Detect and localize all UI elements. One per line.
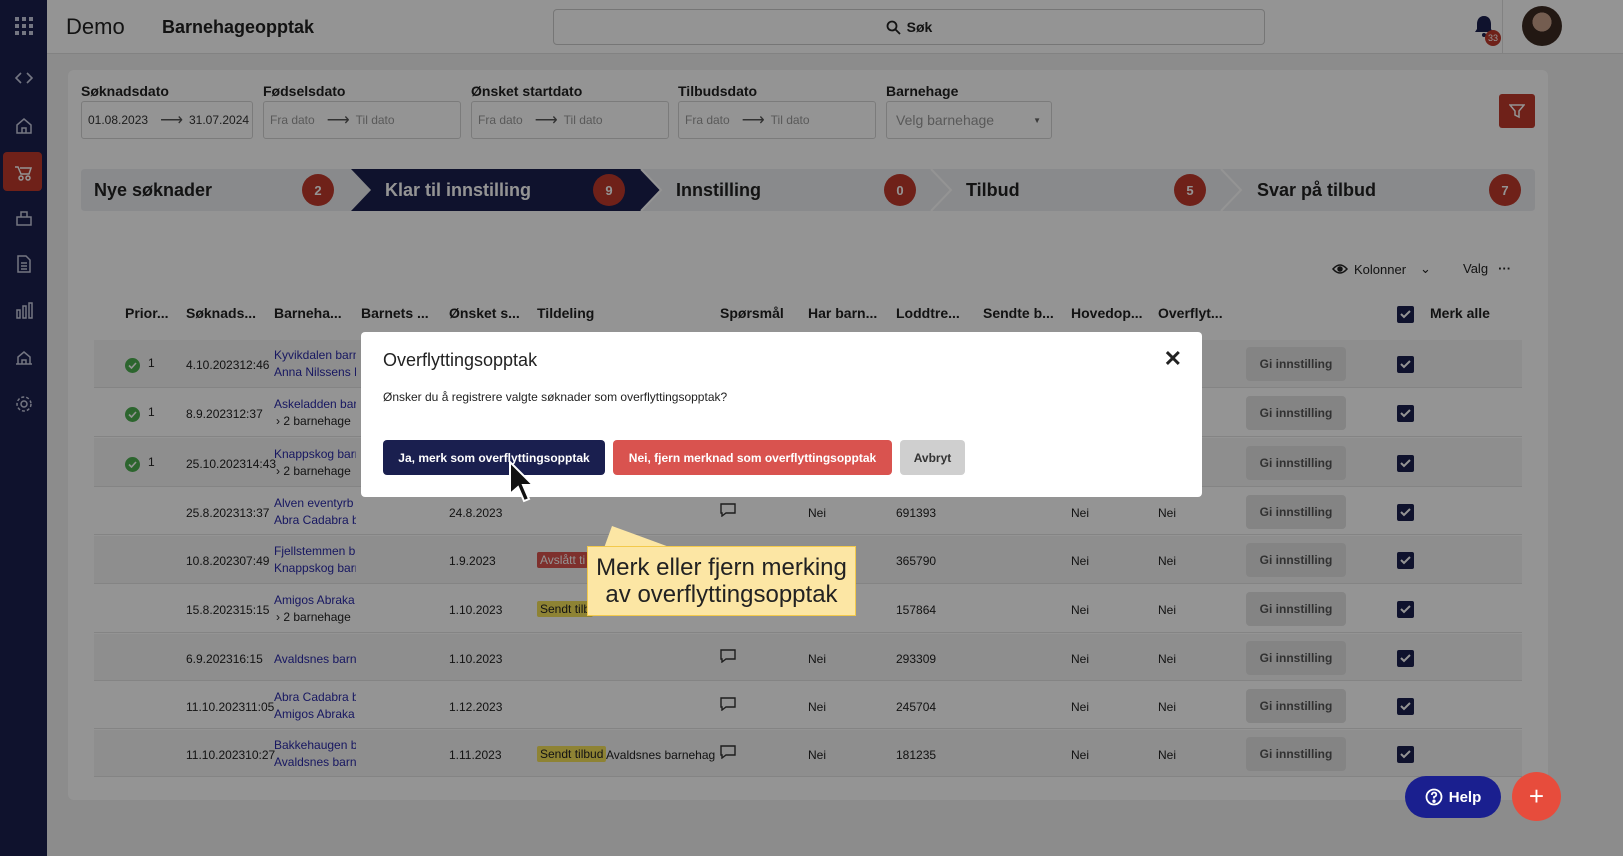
dialog-message: Ønsker du å registrere valgte søknader s… [383,390,728,404]
remove-overflytting-button[interactable]: Nei, fjern merknad som overflyttingsoppt… [613,440,892,475]
confirm-overflytting-button[interactable]: Ja, merk som overflyttingsopptak [383,440,605,475]
mouse-cursor-icon [509,460,534,503]
callout-line: av overflyttingsopptak [605,581,838,608]
plus-icon: + [1528,781,1545,811]
tutorial-callout: Merk eller fjern merking av overflytting… [587,546,856,616]
dialog-title: Overflyttingsopptak [383,350,538,370]
callout-pointer [604,526,672,548]
add-plus-button[interactable]: + [1512,772,1561,821]
help-button[interactable]: Help [1405,776,1501,818]
close-icon[interactable]: ✕ [1164,346,1182,372]
question-circle-icon [1425,788,1443,806]
cancel-button[interactable]: Avbryt [900,440,965,475]
callout-line: Merk eller fjern merking [596,554,847,581]
overflytting-dialog: Overflyttingsopptak ✕ Ønsker du å regist… [361,332,1202,497]
help-label: Help [1448,788,1482,806]
